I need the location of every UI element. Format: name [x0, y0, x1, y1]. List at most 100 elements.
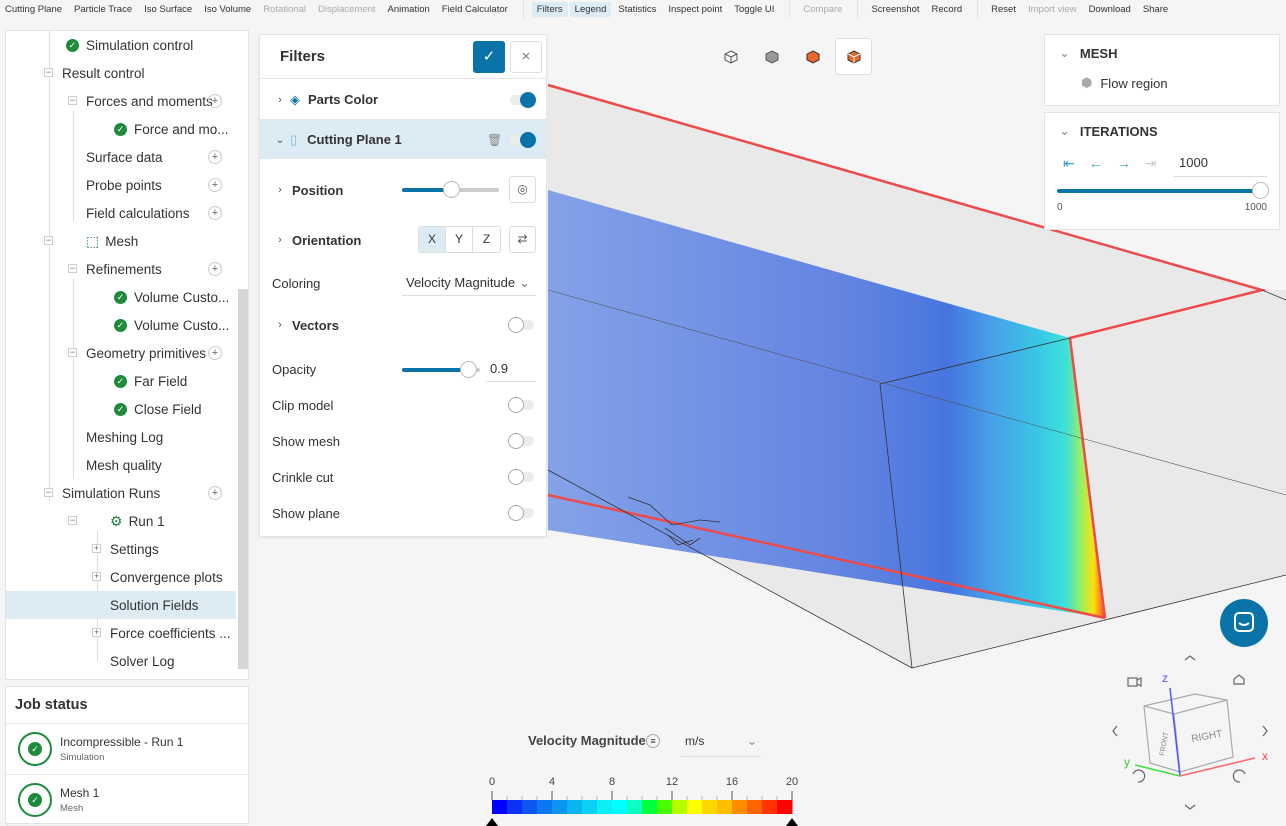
solid-view-button[interactable] — [753, 38, 790, 75]
toolbar-download-button[interactable]: Download — [1084, 2, 1136, 17]
add-icon[interactable]: + — [208, 346, 222, 360]
orientation-z[interactable]: Z — [473, 227, 500, 252]
toolbar-iso-surface-button[interactable]: Iso Surface — [139, 2, 197, 17]
collapse-icon[interactable]: − — [68, 264, 77, 273]
legend-menu-icon[interactable]: ≡ — [646, 734, 660, 748]
swap-icon[interactable]: ⇄ — [509, 226, 536, 253]
first-iteration-icon[interactable]: ⇤ — [1063, 155, 1075, 172]
expand-icon[interactable]: + — [92, 572, 101, 581]
range-handle[interactable] — [786, 818, 798, 826]
tree-item[interactable]: ✓ Force and mo... — [114, 115, 229, 143]
toolbar-inspect-point-button[interactable]: Inspect point — [663, 2, 727, 17]
expand-icon[interactable]: + — [92, 628, 101, 637]
toolbar-import-view-button[interactable]: Import view — [1023, 2, 1082, 17]
toolbar-record-button[interactable]: Record — [927, 2, 968, 17]
tree-item[interactable]: Refinements — [86, 255, 162, 283]
range-handle[interactable] — [486, 818, 498, 826]
show-mesh-toggle[interactable] — [508, 433, 534, 449]
collapse-icon[interactable]: − — [68, 96, 77, 105]
tree-item[interactable]: ⬚ Mesh — [86, 227, 138, 255]
tree-item[interactable]: Solution Fields — [6, 591, 236, 619]
chevron-down-icon[interactable]: ⌄ — [1059, 123, 1070, 139]
tree-item[interactable]: Probe points — [86, 171, 162, 199]
toolbar-legend-button[interactable]: Legend — [569, 1, 612, 17]
tree-item[interactable]: Result control — [62, 59, 145, 87]
tree-item[interactable]: ✓ Volume Custo... — [114, 311, 229, 339]
view-cube[interactable]: RIGHT FRONT z x y — [1090, 650, 1286, 826]
add-icon[interactable]: + — [208, 150, 222, 164]
toolbar-rotational-button[interactable]: Rotational — [258, 2, 311, 17]
target-icon[interactable]: ◎ — [509, 176, 536, 203]
chevron-right-icon[interactable]: › — [272, 319, 288, 331]
tree-item[interactable]: Convergence plots — [110, 563, 223, 591]
clip-model-toggle[interactable] — [508, 397, 534, 413]
vectors-toggle[interactable] — [508, 317, 534, 333]
toolbar-iso-volume-button[interactable]: Iso Volume — [199, 2, 256, 17]
iteration-slider[interactable] — [1057, 182, 1269, 199]
filter-cutting-plane[interactable]: ⌄ ▯ Cutting Plane 1 🗑 — [260, 120, 546, 159]
toolbar-displacement-button[interactable]: Displacement — [313, 2, 381, 17]
iteration-input[interactable]: 1000 — [1173, 151, 1267, 177]
job-item[interactable]: ✓ Incompressible - Run 1 Simulation — [6, 724, 248, 775]
close-button[interactable]: × — [510, 41, 542, 73]
collapse-icon[interactable]: − — [44, 488, 53, 497]
tree-item[interactable]: Force coefficients ... — [110, 619, 231, 647]
wireframe-view-button[interactable] — [712, 38, 749, 75]
chevron-right-icon[interactable]: › — [272, 184, 288, 196]
tree-scrollbar[interactable] — [238, 289, 248, 669]
add-icon[interactable]: + — [208, 262, 222, 276]
toolbar-particle-trace-button[interactable]: Particle Trace — [69, 2, 137, 17]
opacity-slider[interactable] — [402, 361, 480, 378]
unit-select[interactable]: m/s ⌄ — [681, 727, 761, 757]
surface-view-button[interactable] — [835, 38, 872, 75]
trash-icon[interactable]: 🗑 — [487, 133, 502, 147]
tree-item[interactable]: Forces and moments — [86, 87, 213, 115]
job-item[interactable]: ✓ Mesh 1 Mesh — [6, 775, 248, 826]
opacity-input[interactable]: 0.9 — [486, 355, 536, 382]
toolbar-field-calculator-button[interactable]: Field Calculator — [437, 2, 513, 17]
collapse-icon[interactable]: − — [44, 68, 53, 77]
tree-item[interactable]: Mesh quality — [86, 451, 162, 479]
tree-item[interactable]: ⚙ Run 1 — [110, 507, 165, 535]
position-slider[interactable] — [402, 181, 499, 198]
toolbar-share-button[interactable]: Share — [1138, 2, 1173, 17]
chevron-down-icon[interactable]: ⌄ — [1059, 45, 1070, 61]
tree-item[interactable]: ✓ Simulation control — [66, 31, 193, 59]
tree-item[interactable]: ✓ Close Field — [114, 395, 202, 423]
tree-item[interactable]: ✓ Volume Custo... — [114, 283, 229, 311]
show-plane-toggle[interactable] — [508, 505, 534, 521]
toolbar-compare-button[interactable]: Compare — [798, 2, 847, 17]
chat-button[interactable] — [1220, 599, 1268, 647]
tree-item[interactable]: Surface data — [86, 143, 163, 171]
cutting-plane-toggle[interactable] — [510, 132, 536, 148]
tree-item[interactable]: Simulation Runs — [62, 479, 160, 507]
toolbar-cutting-plane-button[interactable]: Cutting Plane — [0, 2, 67, 17]
next-iteration-icon[interactable]: → — [1117, 155, 1131, 172]
toolbar-filters-button[interactable]: Filters — [531, 1, 568, 17]
parts-color-toggle[interactable] — [510, 92, 536, 108]
add-icon[interactable]: + — [208, 486, 222, 500]
collapse-icon[interactable]: − — [68, 348, 77, 357]
add-icon[interactable]: + — [208, 178, 222, 192]
previous-iteration-icon[interactable]: ← — [1089, 155, 1103, 172]
last-iteration-icon[interactable]: ⇥ — [1145, 155, 1157, 172]
collapse-icon[interactable]: − — [68, 516, 77, 525]
surface-edges-view-button[interactable] — [794, 38, 831, 75]
add-icon[interactable]: + — [208, 206, 222, 220]
expand-icon[interactable]: + — [92, 544, 101, 553]
apply-button[interactable]: ✓ — [473, 41, 505, 73]
toolbar-animation-button[interactable]: Animation — [383, 2, 435, 17]
chevron-right-icon[interactable]: › — [272, 234, 288, 246]
toolbar-toggle-ui-button[interactable]: Toggle UI — [729, 2, 779, 17]
mesh-item[interactable]: ⬢ Flow region — [1081, 75, 1168, 91]
add-icon[interactable]: + — [208, 94, 222, 108]
filter-parts-color[interactable]: › ◈ Parts Color — [260, 80, 546, 120]
toolbar-reset-button[interactable]: Reset — [986, 2, 1021, 17]
coloring-select[interactable]: Velocity Magnitude ⌄ — [402, 269, 536, 296]
tree-item[interactable]: Settings — [110, 535, 159, 563]
orientation-x[interactable]: X — [419, 227, 446, 252]
orientation-y[interactable]: Y — [446, 227, 473, 252]
tree-item[interactable]: Meshing Log — [86, 423, 163, 451]
tree-item[interactable]: Geometry primitives — [86, 339, 206, 367]
collapse-icon[interactable]: − — [44, 236, 53, 245]
